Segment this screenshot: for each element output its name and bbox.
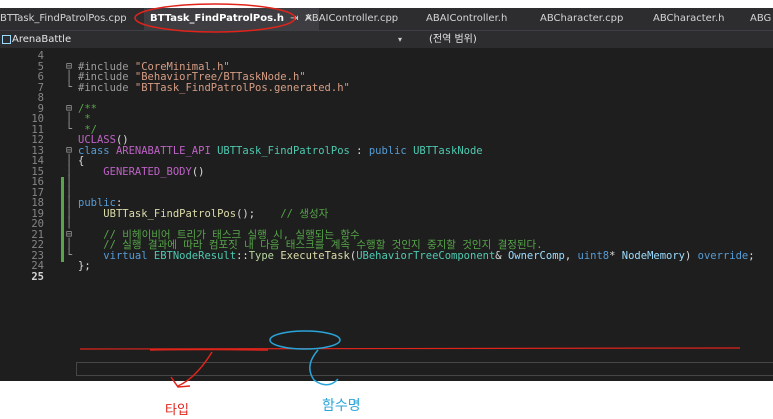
line-number: 14 — [31, 155, 44, 167]
code-line[interactable]: 10 │ * — [0, 113, 773, 125]
line-number: 4 — [37, 50, 44, 62]
code-line[interactable]: 13 ⊟ class ARENABATTLE_API UBTTask_FindPat… — [0, 144, 773, 157]
tab-abg[interactable]: ABG — [750, 8, 771, 30]
code-token: UBTTask_FindPatrolPos — [103, 207, 237, 220]
code-line[interactable]: 23 └ virtual EBTNodeResult::Type ExecuteT… — [0, 249, 773, 262]
code-token: // 생성자 — [280, 207, 329, 220]
change-indicator — [61, 229, 64, 241]
line-number: 10 — [31, 113, 44, 125]
code-line[interactable]: 15 │ GENERATED_BODY() — [0, 165, 773, 178]
code-text: GENERATED_BODY() — [78, 165, 205, 178]
code-token: , — [564, 249, 578, 262]
code-token: }; — [78, 260, 91, 272]
code-line[interactable]: 8 — [0, 93, 773, 104]
line-number: 6 — [37, 71, 44, 83]
line-number: 12 — [31, 134, 44, 146]
fold-guide: └ — [66, 81, 73, 93]
function-name-annotation-label: 함수명 — [322, 398, 361, 414]
fold-guide: └ — [66, 123, 73, 135]
code-token: uint8 — [577, 249, 610, 262]
code-token: UBehaviorTreeComponent — [356, 249, 496, 262]
code-token: "BTTask_FindPatrolPos.generated.h" — [134, 81, 350, 94]
code-line[interactable]: 16 │ — [0, 176, 773, 188]
fold-guide: │ — [66, 176, 73, 187]
code-token: UBTTaskNode — [413, 144, 483, 157]
current-line-highlight — [76, 362, 773, 376]
code-token: #include — [78, 81, 135, 94]
scope-dropdown[interactable]: (전역 범위) — [429, 32, 477, 47]
code-line[interactable]: 9 ⊟/** — [0, 103, 773, 115]
code-token: ) — [685, 249, 698, 262]
code-token: virtual — [103, 249, 154, 262]
code-token: & — [495, 249, 508, 262]
code-line[interactable]: 25 — [0, 270, 773, 283]
code-text: UBTTask_FindPatrolPos(); // 생성자 — [78, 207, 329, 220]
code-line[interactable]: 19 │ UBTTask_FindPatrolPos(); // 생성자 — [0, 207, 773, 220]
code-token: * — [609, 249, 622, 262]
code-text: #include "BTTask_FindPatrolPos.generated… — [78, 81, 350, 94]
change-indicator — [61, 198, 64, 209]
change-indicator — [61, 240, 64, 251]
change-indicator — [61, 177, 64, 188]
code-token: GENERATED_BODY — [103, 165, 192, 178]
code-token: (); — [236, 207, 281, 220]
tab-abaicontroller-h[interactable]: ABAIController.h — [426, 8, 507, 30]
fold-guide: └ — [66, 249, 73, 261]
code-token: OwnerComp — [507, 249, 565, 262]
tab-abcharacter-h[interactable]: ABCharacter.h — [653, 8, 725, 30]
document-tab-bar: BTTask_FindPatrolPos.cpp BTTask_FindPatr… — [0, 8, 773, 30]
project-dropdown[interactable]: ArenaBattle — [12, 32, 71, 47]
change-indicator — [61, 187, 64, 199]
fold-guide: │ — [66, 197, 73, 208]
code-token: override — [697, 249, 749, 262]
tab-abcharacter-cpp[interactable]: ABCharacter.cpp — [540, 8, 623, 30]
code-token: public — [368, 144, 414, 157]
code-token: UBTTask_FindPatrolPos — [217, 144, 350, 157]
code-line[interactable]: 7 └ #include "BTTask_FindPatrolPos.generat… — [0, 81, 773, 94]
code-text: virtual EBTNodeResult::Type ExecuteTask(… — [78, 249, 755, 262]
line-number: 18 — [31, 197, 44, 209]
code-token: NodeMemory — [621, 249, 685, 262]
code-line[interactable]: 24}; — [0, 261, 773, 272]
change-indicator — [61, 208, 64, 220]
change-indicator — [61, 250, 64, 262]
code-token: Type — [248, 249, 275, 262]
change-indicator — [61, 219, 64, 230]
code-token: :: — [236, 249, 249, 262]
tab-abaicontroller-cpp[interactable]: ABAIController.cpp — [305, 8, 398, 30]
navigation-bar: ArenaBattle ▾ (전역 범위) — [0, 30, 773, 49]
code-token: : — [349, 144, 369, 157]
fold-guide: │ — [66, 113, 73, 124]
line-number: 8 — [37, 92, 44, 104]
line-number: 25 — [31, 270, 44, 283]
type-annotation-label: 타입 — [165, 403, 189, 418]
fold-guide: │ — [66, 71, 73, 82]
fold-guide: │ — [66, 155, 73, 166]
code-token: ARENABATTLE_API — [115, 144, 218, 157]
line-number: 20 — [31, 218, 44, 230]
code-text: }; — [78, 261, 91, 272]
code-token: EBTNodeResult — [153, 249, 237, 262]
tab-label: BTTask_FindPatrolPos.h — [150, 13, 284, 24]
chevron-down-icon[interactable]: ▾ — [398, 32, 402, 47]
code-token: ExecuteTask — [280, 249, 350, 262]
pin-icon[interactable]: ⇥ — [290, 13, 298, 24]
tab-bttask-findpatrolpos-cpp[interactable]: BTTask_FindPatrolPos.cpp — [0, 8, 127, 30]
tab-bttask-findpatrolpos-h[interactable]: BTTask_FindPatrolPos.h ⇥ ✕ — [144, 8, 319, 30]
code-text: class ARENABATTLE_API UBTTask_FindPatrol… — [78, 144, 483, 157]
fold-guide: │ — [66, 239, 73, 250]
code-token: () — [191, 165, 205, 178]
fold-guide: │ — [66, 218, 73, 229]
line-number: 24 — [31, 260, 44, 272]
code-editor[interactable]: 4 5 ⊟ #include "CoreMinimal.h" 6 │ #include "B… — [0, 48, 773, 381]
line-number: 22 — [31, 239, 44, 251]
line-number: 16 — [31, 176, 44, 188]
project-icon — [2, 35, 11, 44]
code-token: ; — [748, 249, 755, 262]
